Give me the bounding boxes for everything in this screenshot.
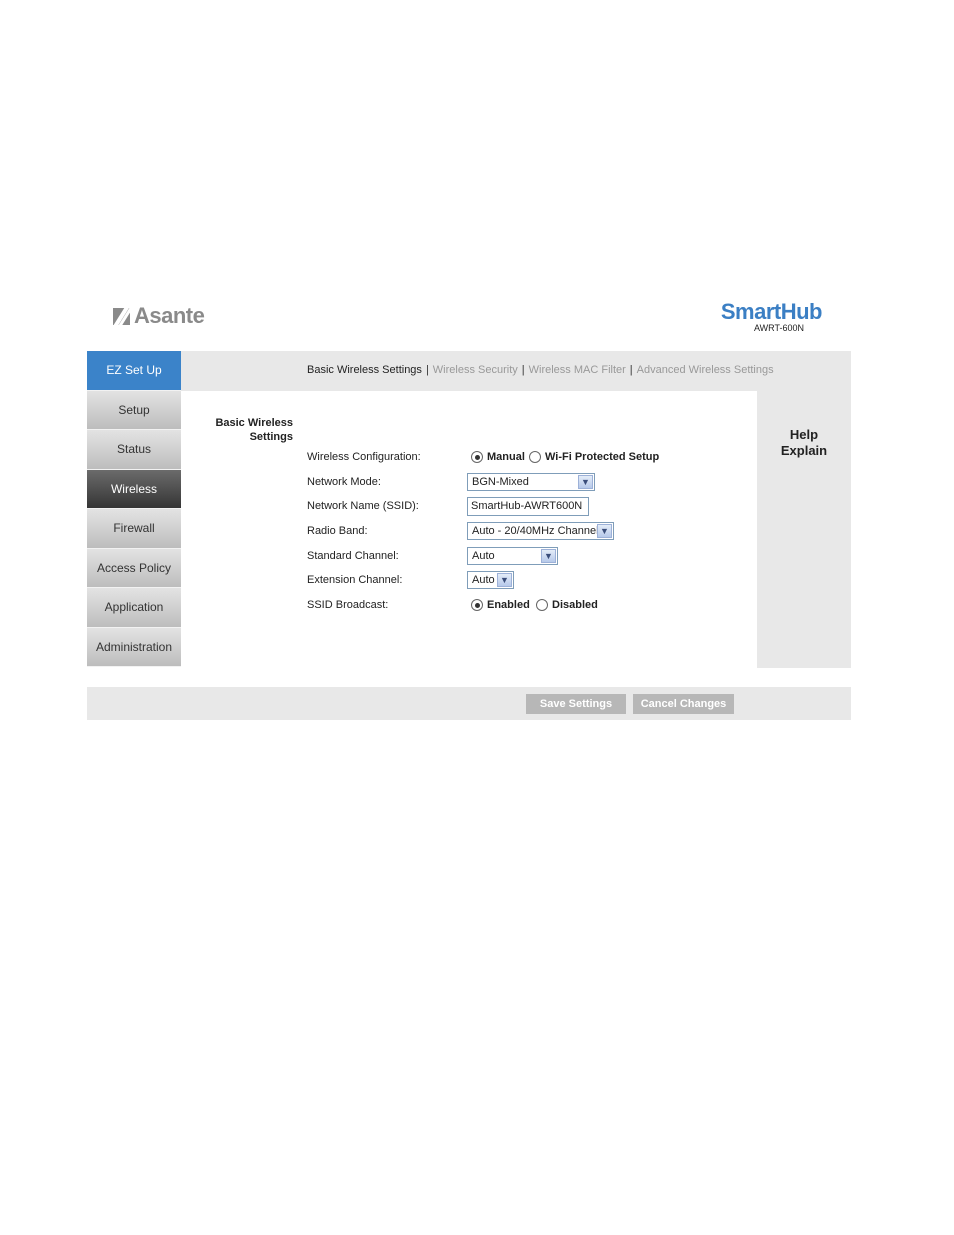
chevron-down-icon[interactable]: ▼ <box>578 475 593 489</box>
nav-item-firewall[interactable]: Firewall <box>87 509 181 549</box>
section-title-line1: Basic Wireless <box>215 417 293 429</box>
chevron-down-icon[interactable]: ▼ <box>597 524 612 538</box>
extension-channel-label: Extension Channel: <box>307 574 403 586</box>
sub-tab-bar: Basic Wireless Settings | Wireless Securit… <box>181 351 851 391</box>
wireless-config-manual-option[interactable]: Manual <box>471 451 525 463</box>
extension-channel-select[interactable]: Auto ▼ <box>467 571 514 589</box>
ssid-broadcast-enabled-option[interactable]: Enabled <box>471 599 530 611</box>
sidebar-nav: EZ Set Up Setup Status Wireless Firewall… <box>87 351 181 667</box>
radio-manual[interactable] <box>471 451 483 463</box>
radio-band-value: Auto - 20/40MHz Channel <box>472 525 597 537</box>
network-name-input[interactable]: SmartHub-AWRT600N <box>467 497 589 516</box>
tab-advanced-wireless-settings[interactable]: Advanced Wireless Settings <box>637 364 774 376</box>
asante-logo: Asante <box>113 303 205 329</box>
section-title: Basic Wireless Settings <box>200 416 293 444</box>
nav-item-status[interactable]: Status <box>87 430 181 470</box>
wireless-configuration-label: Wireless Configuration: <box>307 451 421 463</box>
tab-wireless-mac-filter[interactable]: Wireless MAC Filter <box>529 364 626 376</box>
radio-enabled[interactable] <box>471 599 483 611</box>
nav-item-wireless[interactable]: Wireless <box>87 469 181 509</box>
network-mode-select[interactable]: BGN-Mixed ▼ <box>467 473 595 491</box>
radio-disabled-label: Disabled <box>552 599 598 611</box>
asante-logo-text: Asante <box>134 303 205 328</box>
help-explain[interactable]: Explain <box>757 443 851 459</box>
product-logo: SmartHub AWRT-600N <box>700 299 823 333</box>
nav-item-administration[interactable]: Administration <box>87 627 181 667</box>
nav-item-setup[interactable]: Setup <box>87 390 181 430</box>
tab-separator: | <box>629 364 633 376</box>
radio-disabled[interactable] <box>536 599 548 611</box>
radio-band-label: Radio Band: <box>307 525 368 537</box>
asante-logo-icon <box>113 307 130 325</box>
ssid-broadcast-disabled-option[interactable]: Disabled <box>536 599 598 611</box>
network-mode-label: Network Mode: <box>307 476 381 488</box>
standard-channel-select[interactable]: Auto ▼ <box>467 547 558 565</box>
chevron-down-icon[interactable]: ▼ <box>541 549 556 563</box>
sub-tabs: Basic Wireless Settings | Wireless Securit… <box>307 364 774 376</box>
radio-enabled-label: Enabled <box>487 599 530 611</box>
radio-wps[interactable] <box>529 451 541 463</box>
cancel-changes-button[interactable]: Cancel Changes <box>633 694 734 714</box>
save-settings-button[interactable]: Save Settings <box>526 694 626 714</box>
extension-channel-value: Auto <box>472 574 495 586</box>
nav-item-application[interactable]: Application <box>87 588 181 628</box>
tab-basic-wireless-settings[interactable]: Basic Wireless Settings <box>307 364 422 376</box>
chevron-down-icon[interactable]: ▼ <box>497 573 512 587</box>
section-title-line2: Settings <box>249 431 293 443</box>
wireless-config-wps-option[interactable]: Wi-Fi Protected Setup <box>529 451 659 463</box>
network-mode-value: BGN-Mixed <box>472 476 529 488</box>
help-panel: Help Explain <box>757 391 851 668</box>
tab-separator: | <box>521 364 525 376</box>
standard-channel-value: Auto <box>472 550 495 562</box>
tab-separator: | <box>425 364 429 376</box>
standard-channel-label: Standard Channel: <box>307 550 399 562</box>
ssid-broadcast-label: SSID Broadcast: <box>307 599 389 611</box>
radio-wps-label: Wi-Fi Protected Setup <box>545 451 660 463</box>
product-name: SmartHub <box>720 299 823 324</box>
product-model: AWRT-600N <box>753 323 804 333</box>
action-bar: Save Settings Cancel Changes <box>87 687 851 720</box>
nav-item-access-policy[interactable]: Access Policy <box>87 548 181 588</box>
nav-item-ez-setup[interactable]: EZ Set Up <box>87 351 181 391</box>
network-name-label: Network Name (SSID): <box>307 500 419 512</box>
radio-band-select[interactable]: Auto - 20/40MHz Channel ▼ <box>467 522 614 540</box>
radio-manual-label: Manual <box>487 451 525 463</box>
help-title[interactable]: Help <box>757 427 851 443</box>
tab-wireless-security[interactable]: Wireless Security <box>433 364 518 376</box>
